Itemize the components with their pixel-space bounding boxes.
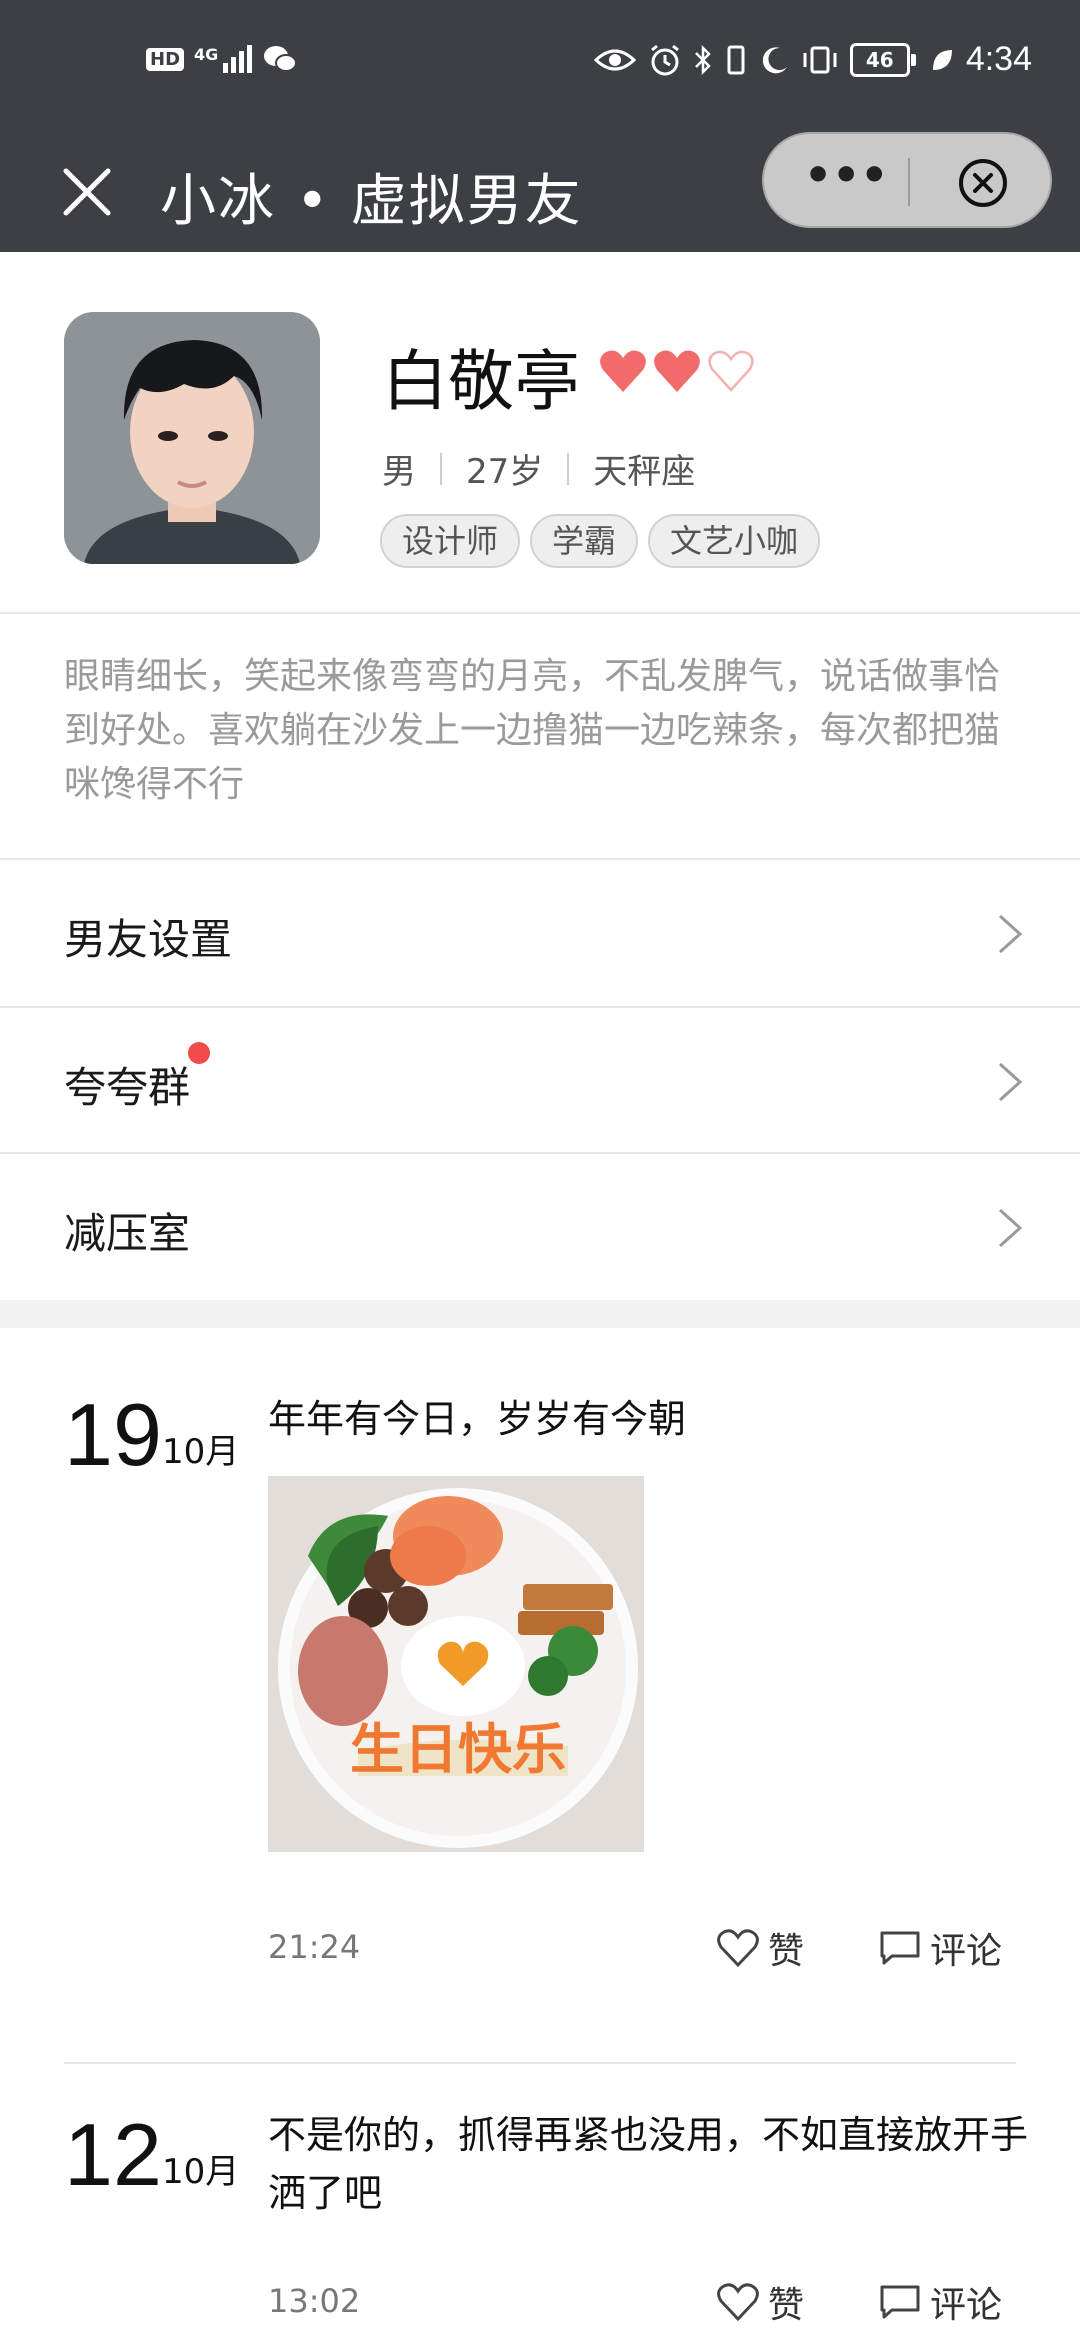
profile-bio: 眼睛细长，笑起来像弯弯的月亮，不乱发脾气，说话做事恰到好处。喜欢躺在沙发上一边撸…	[64, 656, 1001, 805]
status-left: HD 4G	[146, 44, 298, 74]
age-label: 27岁	[466, 452, 544, 492]
exit-circle-icon[interactable]	[956, 156, 1010, 210]
close-icon[interactable]	[60, 165, 114, 219]
post-image[interactable]: 生日快乐	[268, 1476, 644, 1852]
network-type-label: 4G	[194, 45, 219, 64]
moon-icon	[762, 46, 787, 73]
post-text: 年年有今日，岁岁有今朝	[268, 1397, 687, 1441]
meta-separator	[440, 452, 442, 485]
status-bar: HD 4G 46 4:34	[0, 0, 1080, 132]
moment-post: 19 10月 年年有今日，岁岁有今朝 生日快乐 21:24 赞 评论	[0, 1328, 1080, 2058]
meta-separator	[567, 452, 570, 485]
zodiac-label: 天秤座	[593, 452, 696, 492]
like-button[interactable]: 赞	[716, 1922, 804, 1974]
chevron-right-icon	[998, 1062, 1023, 1102]
notification-badge	[188, 1042, 210, 1064]
like-label: 赞	[768, 1931, 805, 1972]
avatar[interactable]	[64, 312, 320, 564]
chevron-right-icon	[998, 914, 1023, 954]
profile-card: 白敬亭 男 27岁 天秤座 设计师 学霸 文艺小咖	[0, 252, 1080, 612]
affection-hearts	[598, 348, 756, 394]
like-label: 赞	[768, 2285, 805, 2326]
post-month: 10月	[162, 2152, 240, 2192]
menu-item-label: 减压室	[64, 1209, 191, 1258]
menu-item-relax-room[interactable]: 减压室	[0, 1154, 1080, 1300]
comment-button[interactable]: 评论	[878, 1922, 1002, 1974]
comment-icon	[880, 1931, 920, 1965]
menu-item-praise-group[interactable]: 夸夸群	[0, 1008, 1080, 1154]
leaf-icon	[932, 49, 952, 70]
wechat-icon	[264, 46, 298, 72]
heart-outline-icon	[708, 350, 754, 392]
image-caption: 生日快乐	[350, 1718, 566, 1781]
comment-label: 评论	[930, 2285, 1003, 2326]
more-button[interactable]: •••	[804, 154, 888, 208]
heart-filled-icon	[600, 350, 646, 392]
post-day: 19	[64, 1385, 162, 1484]
heart-outline-icon	[717, 2283, 759, 2322]
eye-icon	[593, 49, 636, 70]
section-gap	[0, 1300, 1080, 1328]
profile-tags: 设计师 学霸 文艺小咖	[380, 514, 821, 568]
comment-label: 评论	[930, 1931, 1003, 1972]
vibrate-icon	[727, 45, 745, 74]
divider	[0, 612, 1080, 614]
comment-button[interactable]: 评论	[878, 2276, 1002, 2328]
tag: 设计师	[380, 514, 521, 568]
chevron-right-icon	[998, 1208, 1023, 1248]
signal-4g-icon: 4G	[194, 45, 253, 73]
menu-item-label: 夸夸群	[64, 1063, 191, 1112]
menu-item-boyfriend-settings[interactable]: 男友设置	[0, 860, 1080, 1006]
capsule-menu: •••	[762, 132, 1052, 228]
like-button[interactable]: 赞	[716, 2276, 804, 2328]
page-title: 小冰 • 虚拟男友	[160, 169, 583, 234]
gender-label: 男	[382, 452, 416, 492]
heart-outline-icon	[717, 1929, 759, 1968]
post-month: 10月	[162, 1432, 240, 1472]
post-text: 不是你的，抓得再紧也没用，不如直接放开手洒了吧	[268, 2113, 1029, 2215]
profile-meta: 男 27岁 天秤座	[382, 444, 695, 493]
capsule-divider	[908, 158, 910, 206]
comment-icon	[880, 2285, 920, 2319]
nfc-icon	[803, 46, 837, 73]
tag: 文艺小咖	[648, 514, 821, 568]
mini-program-header: 小冰 • 虚拟男友 •••	[0, 132, 1080, 252]
tag: 学霸	[530, 514, 639, 568]
post-time: 21:24	[268, 1928, 361, 1966]
moment-post: 12 10月 不是你的，抓得再紧也没用，不如直接放开手洒了吧 13:02 赞 评…	[0, 2064, 1080, 2340]
battery-level: 46	[865, 47, 894, 72]
hd-icon: HD	[146, 47, 185, 71]
battery-icon: 46	[849, 42, 916, 77]
menu-item-label: 男友设置	[64, 915, 233, 964]
clock: 4:34	[965, 40, 1032, 78]
alarm-icon	[650, 44, 679, 75]
status-right: 46 4:34	[593, 40, 1032, 79]
heart-filled-icon	[654, 350, 700, 392]
bluetooth-icon	[694, 44, 711, 75]
post-day: 12	[64, 2105, 162, 2204]
post-time: 13:02	[268, 2282, 361, 2320]
profile-name: 白敬亭	[382, 343, 580, 420]
